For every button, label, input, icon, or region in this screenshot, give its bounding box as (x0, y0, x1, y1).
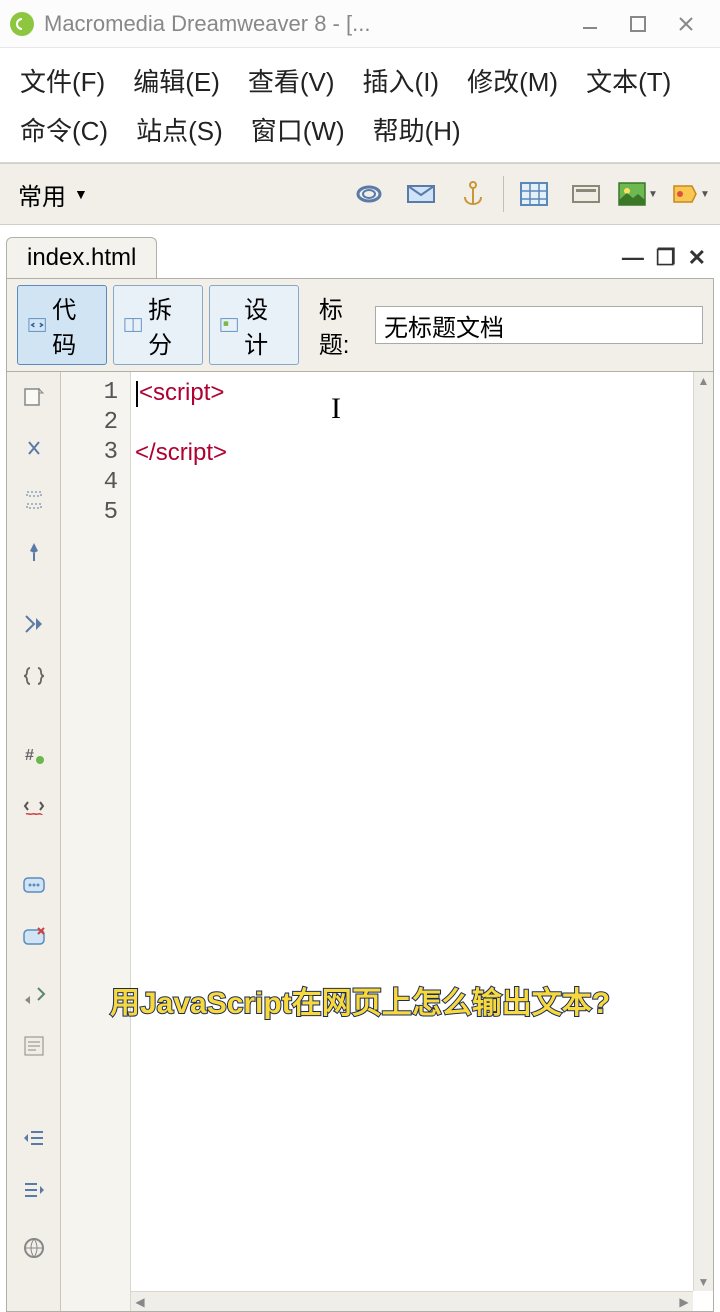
syntax-error-icon[interactable] (16, 788, 52, 824)
app-icon (10, 12, 34, 36)
line-number: 5 (61, 498, 130, 528)
line-number: 3 (61, 438, 130, 468)
line-number: 2 (61, 408, 130, 438)
vertical-scrollbar[interactable]: ▲ ▼ (693, 372, 713, 1291)
document-tab-strip: index.html — ❐ ✕ (6, 237, 714, 278)
scroll-down-icon[interactable]: ▼ (694, 1273, 713, 1291)
code-hint-icon[interactable] (16, 866, 52, 902)
indent-right-icon[interactable] (16, 1172, 52, 1208)
email-link-icon[interactable] (399, 174, 443, 214)
menu-help[interactable]: 帮助(H) (359, 105, 475, 154)
open-documents-icon[interactable] (16, 378, 52, 414)
expand-tag-icon[interactable] (16, 482, 52, 518)
document-toolbar: 代码 拆分 设计 标题: (6, 278, 714, 372)
toolbar-category-dropdown[interactable]: 常用 ▼ (8, 173, 98, 216)
toolbar-category-label: 常用 (18, 177, 66, 212)
indent-left-icon[interactable] (16, 1120, 52, 1156)
document-area: index.html — ❐ ✕ 代码 拆分 设计 标题: (0, 225, 720, 1312)
menu-commands[interactable]: 命令(C) (6, 105, 122, 154)
insert-toolbar: 常用 ▼ ▼ ▼ (0, 163, 720, 225)
reference-icon[interactable] (16, 1230, 52, 1266)
code-line: <script> (135, 378, 707, 408)
menu-text[interactable]: 文本(T) (572, 56, 685, 105)
toolbar-separator (503, 176, 504, 212)
mouse-text-cursor-icon: I (331, 394, 341, 424)
scroll-right-icon[interactable]: ▶ (675, 1295, 693, 1309)
menu-file[interactable]: 文件(F) (6, 56, 119, 105)
div-icon[interactable] (564, 174, 608, 214)
indent-icon[interactable] (16, 976, 52, 1012)
select-parent-tag-icon[interactable] (16, 534, 52, 570)
document-tab[interactable]: index.html (6, 237, 157, 278)
view-code-button[interactable]: 代码 (17, 285, 107, 365)
text-cursor (136, 381, 138, 407)
horizontal-scrollbar[interactable]: ◀ ▶ (131, 1291, 693, 1311)
chevron-down-icon: ▼ (74, 186, 88, 202)
balance-braces-icon[interactable] (16, 606, 52, 642)
recent-snippets-icon[interactable] (16, 918, 52, 954)
table-icon[interactable] (512, 174, 556, 214)
code-line: </script> (135, 438, 707, 468)
view-design-button[interactable]: 设计 (209, 285, 299, 365)
image-icon[interactable]: ▼ (616, 174, 660, 214)
line-number: 1 (61, 378, 130, 408)
code-line (135, 408, 707, 438)
scroll-left-icon[interactable]: ◀ (131, 1295, 149, 1309)
format-icon[interactable] (16, 1028, 52, 1064)
doc-close-button[interactable]: ✕ (688, 245, 706, 271)
menu-edit[interactable]: 编辑(E) (119, 56, 234, 105)
media-icon[interactable]: ▼ (668, 174, 712, 214)
code-editor: # 1 2 3 4 5 <script> </script> I (6, 372, 714, 1312)
menu-view[interactable]: 查看(V) (234, 56, 349, 105)
menu-bar: 文件(F) 编辑(E) 查看(V) 插入(I) 修改(M) 文本(T) 命令(C… (0, 48, 720, 163)
menu-window[interactable]: 窗口(W) (237, 105, 359, 154)
maximize-button[interactable] (614, 0, 662, 48)
named-anchor-icon[interactable] (451, 174, 495, 214)
highlight-invalid-icon[interactable]: # (16, 736, 52, 772)
menu-site[interactable]: 站点(S) (122, 105, 237, 154)
code-line (135, 498, 707, 528)
menu-insert[interactable]: 插入(I) (349, 56, 454, 105)
code-line (135, 468, 707, 498)
titlebar: Macromedia Dreamweaver 8 - [... (0, 0, 720, 48)
menu-modify[interactable]: 修改(M) (453, 56, 572, 105)
code-pane[interactable]: <script> </script> I (131, 372, 713, 1311)
view-code-label: 代码 (52, 290, 96, 360)
video-caption: 用JavaScript在网页上怎么输出文本? (110, 978, 610, 1022)
doc-restore-button[interactable]: ❐ (656, 245, 676, 271)
view-split-button[interactable]: 拆分 (113, 285, 203, 365)
minimize-button[interactable] (566, 0, 614, 48)
view-split-label: 拆分 (148, 290, 192, 360)
app-title: Macromedia Dreamweaver 8 - [... (44, 11, 566, 37)
line-numbers-icon[interactable] (16, 658, 52, 694)
hyperlink-icon[interactable] (347, 174, 391, 214)
code-toolbar: # (7, 372, 61, 1311)
doc-minimize-button[interactable]: — (622, 245, 644, 271)
collapse-tag-icon[interactable] (16, 430, 52, 466)
close-button[interactable] (662, 0, 710, 48)
scroll-up-icon[interactable]: ▲ (694, 372, 713, 390)
doc-title-label: 标题: (319, 290, 369, 360)
doc-title-input[interactable] (375, 306, 703, 344)
view-design-label: 设计 (244, 290, 288, 360)
svg-text:#: # (25, 747, 34, 764)
line-number: 4 (61, 468, 130, 498)
line-number-gutter: 1 2 3 4 5 (61, 372, 131, 1311)
